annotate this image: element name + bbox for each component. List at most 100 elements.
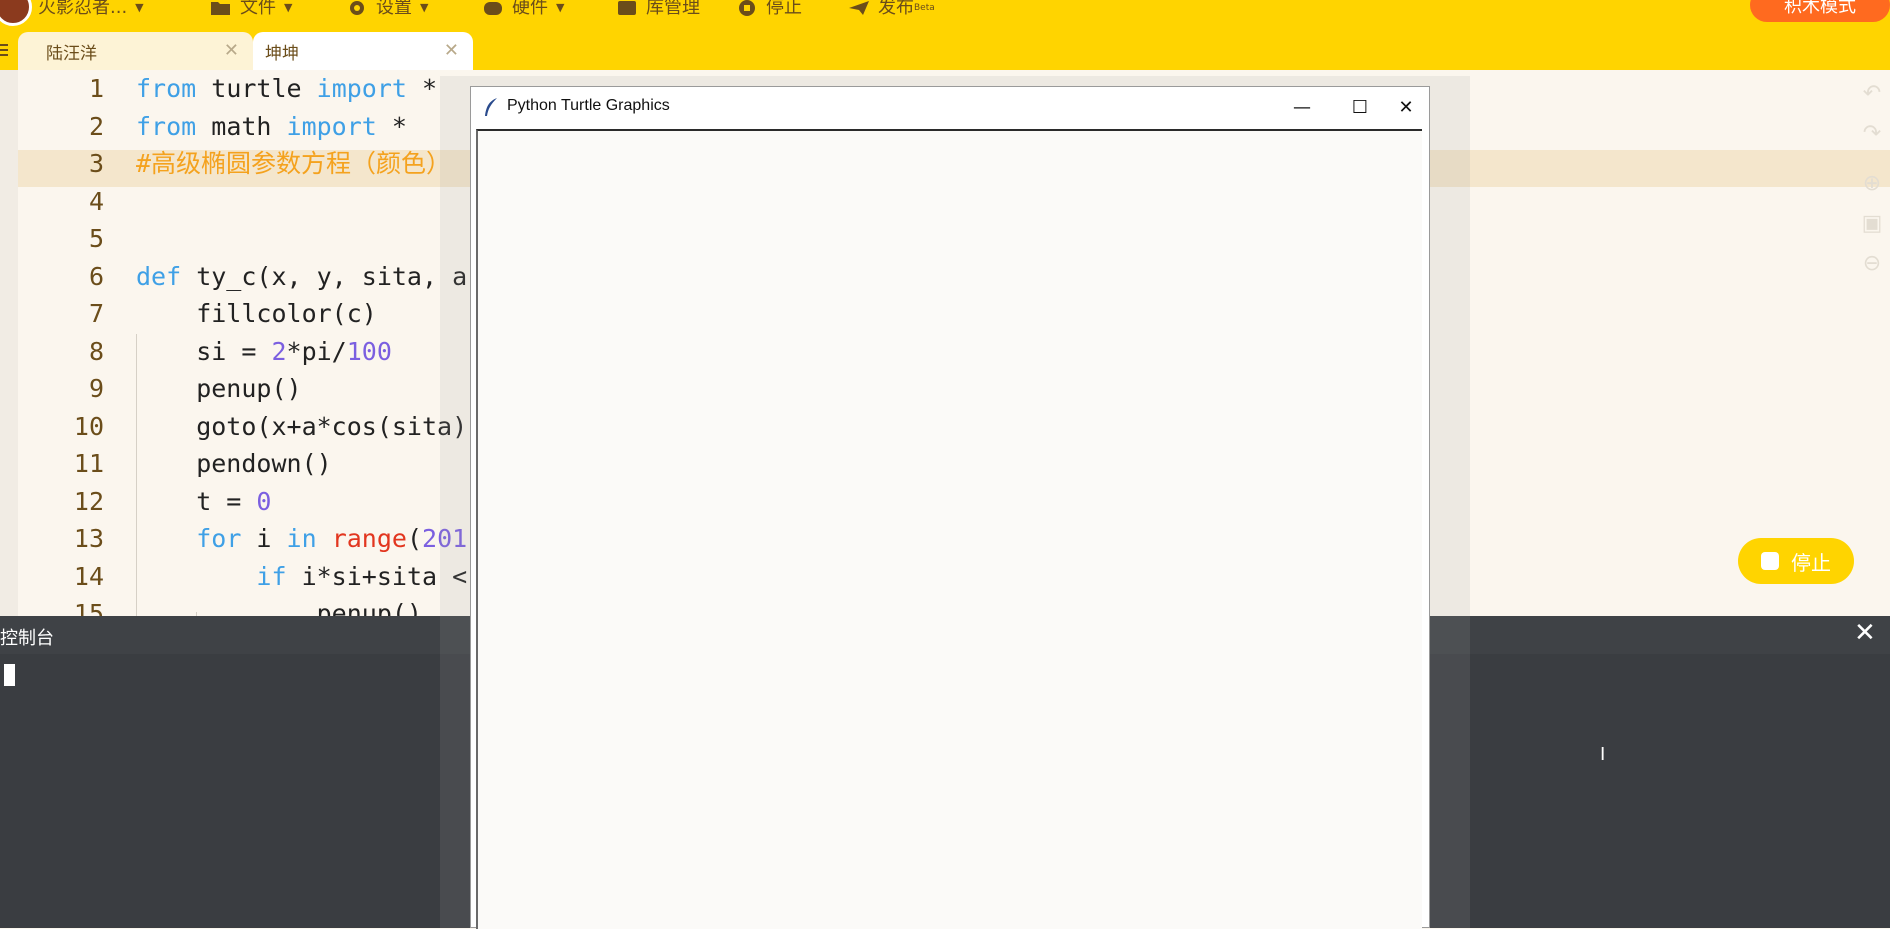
code-token: math <box>196 111 287 141</box>
code-token: * <box>406 74 438 103</box>
library-icon <box>618 1 636 15</box>
file-menu-label: 文件 <box>240 0 276 18</box>
settings-menu[interactable]: 设置 ▼ <box>346 0 429 17</box>
line-number: 6 <box>88 261 104 291</box>
window-title: Python Turtle Graphics <box>507 97 670 114</box>
minimize-button[interactable]: — <box>1279 91 1325 123</box>
tab-kunkun[interactable]: 坤坤 ✕ <box>253 32 473 70</box>
tab-label: 陆汪洋 <box>46 43 97 64</box>
minimize-icon: — <box>1293 96 1311 118</box>
code-text: if i*si+sita < <box>136 558 467 595</box>
chevron-down-icon: ▼ <box>420 1 429 14</box>
user-name: 火影忍者... <box>38 0 128 18</box>
send-icon <box>849 1 869 15</box>
code-token: in <box>286 524 317 553</box>
code-token: 100 <box>346 336 392 366</box>
line-number: 7 <box>88 299 104 328</box>
code-text: pendown() <box>136 445 331 482</box>
code-token: ty_c(x, y, sita, a <box>181 261 468 291</box>
close-icon: ✕ <box>1398 96 1414 118</box>
code-token: from <box>136 111 197 141</box>
code-text: from math import * <box>136 108 407 145</box>
stop-button[interactable]: 停止 <box>736 0 802 17</box>
code-text: penup() <box>136 595 422 616</box>
code-token: * <box>376 111 407 141</box>
hardware-menu[interactable]: 硬件 ▼ <box>482 0 565 18</box>
code-text: si = 2*pi/100 <box>136 333 392 370</box>
close-icon[interactable]: ✕ <box>1854 618 1876 648</box>
line-number: 1 <box>88 74 104 103</box>
code-token: import <box>316 74 407 103</box>
line-number: 13 <box>73 524 104 553</box>
turtle-canvas[interactable] <box>476 129 1422 929</box>
user-menu[interactable]: 火影忍者... ▼ <box>38 0 144 18</box>
code-text: penup() <box>136 370 301 407</box>
publish-button[interactable]: 发布 Beta <box>848 0 935 18</box>
line-number: 10 <box>73 411 104 441</box>
code-text: fillcolor(c) <box>136 295 377 332</box>
maximize-icon: ☐ <box>1351 96 1369 118</box>
zoom-out-icon[interactable]: ⊖ <box>1860 252 1884 276</box>
chevron-down-icon: ▼ <box>284 1 293 14</box>
code-token: range <box>331 524 407 553</box>
tab-luwangyang[interactable]: 陆汪洋 ✕ <box>18 32 253 70</box>
library-label: 库管理 <box>646 0 700 18</box>
code-token: turtle <box>196 74 317 103</box>
console-title: 控制台 <box>0 628 54 649</box>
code-text: goto(x+a*cos(sita) <box>136 408 467 445</box>
run-stop-label: 停止 <box>1791 550 1831 575</box>
editor-gutter <box>0 70 18 616</box>
stop-icon <box>1761 552 1779 570</box>
code-token: *pi/ <box>286 336 347 366</box>
block-mode-label: 积木模式 <box>1784 0 1856 17</box>
close-icon[interactable]: ✕ <box>224 40 239 61</box>
line-number: 14 <box>73 561 104 591</box>
ibeam-cursor-icon: I <box>1600 744 1606 765</box>
tab-label: 坤坤 <box>265 43 299 64</box>
hardware-menu-label: 硬件 <box>512 0 548 18</box>
line-number: 2 <box>88 111 104 141</box>
undo-icon[interactable]: ↶ <box>1860 82 1884 106</box>
hardware-icon <box>484 2 502 15</box>
code-token: if <box>256 561 287 591</box>
avatar[interactable] <box>0 0 32 26</box>
redo-icon[interactable]: ↷ <box>1860 122 1884 146</box>
code-text: #高级椭圆参数方程（颜色） <box>136 145 451 182</box>
zoom-in-icon[interactable]: ⊕ <box>1860 172 1884 196</box>
publish-label: 发布 <box>878 0 914 18</box>
beta-badge: Beta <box>914 3 935 13</box>
code-text: def ty_c(x, y, sita, a <box>136 258 467 295</box>
chevron-down-icon: ▼ <box>556 1 565 14</box>
line-number: 9 <box>88 374 104 403</box>
code-token: goto(x+a*cos(sita) <box>136 411 468 441</box>
run-stop-button[interactable]: 停止 <box>1738 538 1854 584</box>
code-token: for <box>196 524 242 553</box>
folder-icon <box>211 2 230 15</box>
code-token: t = <box>136 486 257 516</box>
library-button[interactable]: 库管理 <box>616 0 700 18</box>
close-icon[interactable]: ✕ <box>444 40 459 61</box>
close-button[interactable]: ✕ <box>1383 91 1429 123</box>
line-number: 8 <box>88 336 104 366</box>
file-menu[interactable]: 文件 ▼ <box>210 0 293 18</box>
code-text: t = 0 <box>136 483 271 520</box>
code-token: 0 <box>256 486 272 516</box>
code-token: import <box>286 111 377 141</box>
top-toolbar: 火影忍者... ▼ 文件 ▼ 设置 ▼ 硬件 ▼ 库管理 停止 发布 Beta … <box>0 0 1890 30</box>
code-token: 2 <box>271 336 287 366</box>
chevron-down-icon: ▼ <box>135 1 144 14</box>
fit-icon[interactable]: ▣ <box>1860 212 1884 236</box>
turtle-graphics-window[interactable]: Python Turtle Graphics — ☐ ✕ <box>470 86 1430 929</box>
code-token: #高级椭圆参数方程（颜色） <box>136 149 452 178</box>
stop-icon <box>739 0 755 16</box>
window-titlebar[interactable]: Python Turtle Graphics — ☐ ✕ <box>471 87 1429 127</box>
line-number: 15 <box>73 599 104 616</box>
maximize-button[interactable]: ☐ <box>1337 91 1383 123</box>
code-text: from turtle import * <box>136 70 437 107</box>
menu-icon[interactable] <box>0 44 10 56</box>
indent-guide <box>136 334 137 616</box>
block-mode-button[interactable]: 积木模式 <box>1750 0 1890 22</box>
